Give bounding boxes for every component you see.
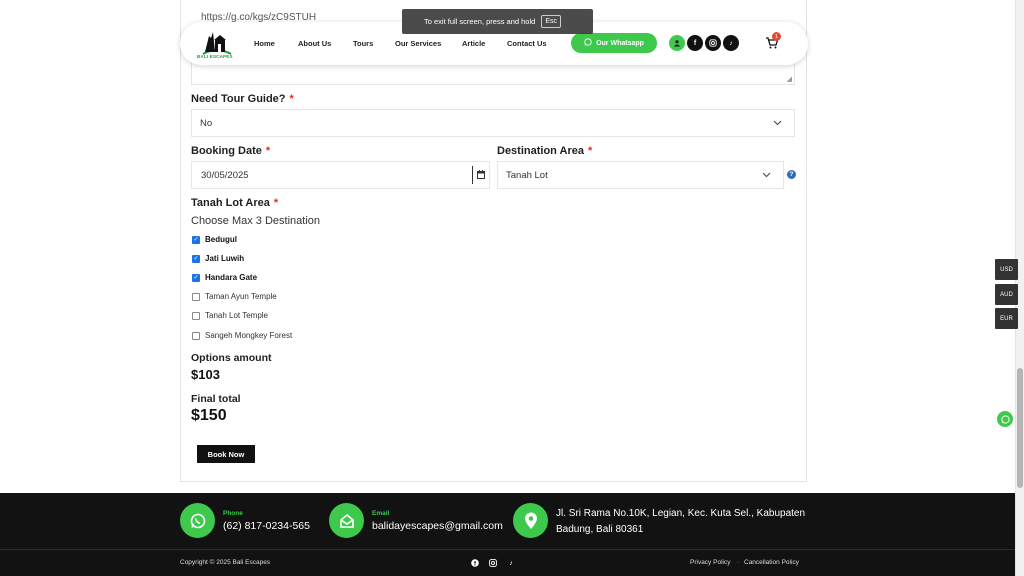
footer-facebook-icon[interactable]: f <box>469 557 481 569</box>
final-total-label: Final total <box>191 393 241 405</box>
account-icon[interactable] <box>669 35 685 51</box>
calendar-icon[interactable] <box>477 170 485 182</box>
logo-text: BALI ESCAPES <box>197 54 233 59</box>
tour-guide-select[interactable]: No <box>191 109 795 137</box>
booking-date-value: 30/05/2025 <box>201 169 249 181</box>
final-total-value: $150 <box>191 407 227 424</box>
esc-key: Esc <box>541 15 561 28</box>
destination-area-value: Tanah Lot <box>506 169 548 181</box>
currency-eur[interactable]: EUR <box>995 308 1018 329</box>
scrollbar-thumb[interactable] <box>1017 368 1023 488</box>
checkbox-checked-icon[interactable]: ✓ <box>192 235 200 244</box>
checkbox-icon[interactable] <box>192 311 200 320</box>
phone-whatsapp-icon <box>180 503 215 538</box>
checkbox-icon[interactable] <box>192 292 200 301</box>
checkbox-icon[interactable] <box>192 331 200 340</box>
cancellation-policy-link[interactable]: Cancellation Policy <box>744 559 799 566</box>
area-hint: Choose Max 3 Destination <box>191 215 321 227</box>
footer-tiktok-icon[interactable]: ♪ <box>505 557 517 569</box>
email-label: Email <box>372 510 390 517</box>
whatsapp-button[interactable]: Our Whatsapp <box>571 33 657 53</box>
options-amount-label: Options amount <box>191 352 272 364</box>
booking-date-input[interactable]: 30/05/2025 <box>191 161 490 189</box>
address-text: Jl. Sri Rama No.10K, Legian, Kec. Kuta S… <box>556 508 806 535</box>
fullscreen-toast: To exit full screen, press and hold Esc <box>402 9 593 34</box>
area-option-bedugul[interactable]: ✓ Bedugul <box>192 235 237 244</box>
footer-link-separator: · <box>737 559 740 566</box>
footer-divider <box>0 549 1015 550</box>
facebook-icon[interactable]: f <box>687 35 703 51</box>
checkbox-checked-icon[interactable]: ✓ <box>192 254 200 263</box>
floating-whatsapp-icon[interactable] <box>997 411 1013 427</box>
email-value[interactable]: balidayescapes@gmail.com <box>372 520 503 532</box>
book-now-button[interactable]: Book Now <box>197 445 255 463</box>
cart-count-badge: 1 <box>772 32 781 41</box>
resize-grip-icon[interactable]: ◢ <box>787 75 792 83</box>
area-option-jati-luwih[interactable]: ✓ Jati Luwih <box>192 254 244 263</box>
nav-about-us[interactable]: About Us <box>298 39 331 48</box>
help-icon[interactable]: ? <box>787 170 796 179</box>
tiktok-icon[interactable]: ♪ <box>723 35 739 51</box>
privacy-policy-link[interactable]: Privacy Policy <box>690 559 730 566</box>
destination-area-select[interactable]: Tanah Lot <box>497 161 784 189</box>
nav-our-services[interactable]: Our Services <box>395 39 441 48</box>
nav-contact-us[interactable]: Contact Us <box>507 39 547 48</box>
nav-home[interactable]: Home <box>254 39 275 48</box>
area-option-handara-gate[interactable]: ✓ Handara Gate <box>192 273 257 282</box>
location-pin-icon <box>513 503 548 538</box>
tour-guide-label: Need Tour Guide? * <box>191 93 294 105</box>
copyright-text: Copyright © 2025 Bali Escapes <box>180 559 271 566</box>
currency-usd[interactable]: USD <box>995 259 1018 280</box>
chevron-down-icon <box>762 170 771 180</box>
chevron-down-icon <box>773 118 782 128</box>
area-option-sangeh[interactable]: Sangeh Mongkey Forest <box>192 331 292 340</box>
currency-aud[interactable]: AUD <box>995 284 1018 305</box>
email-icon <box>329 503 364 538</box>
options-amount-value: $103 <box>191 367 220 382</box>
area-label: Tanah Lot Area * <box>191 197 279 209</box>
footer-instagram-icon[interactable] <box>487 557 499 569</box>
nav-article[interactable]: Article <box>462 39 485 48</box>
booking-date-label: Booking Date * <box>191 145 271 157</box>
destination-area-label: Destination Area * <box>497 145 593 157</box>
area-option-tanah-lot-temple[interactable]: Tanah Lot Temple <box>192 311 268 320</box>
whatsapp-icon <box>584 38 592 48</box>
phone-label: Phone <box>223 510 243 517</box>
area-option-taman-ayun[interactable]: Taman Ayun Temple <box>192 292 277 301</box>
nav-tours[interactable]: Tours <box>353 39 373 48</box>
checkbox-checked-icon[interactable]: ✓ <box>192 273 200 282</box>
tour-guide-value: No <box>200 117 213 129</box>
phone-value[interactable]: (62) 817-0234-565 <box>223 520 310 532</box>
instagram-icon[interactable] <box>705 35 721 51</box>
